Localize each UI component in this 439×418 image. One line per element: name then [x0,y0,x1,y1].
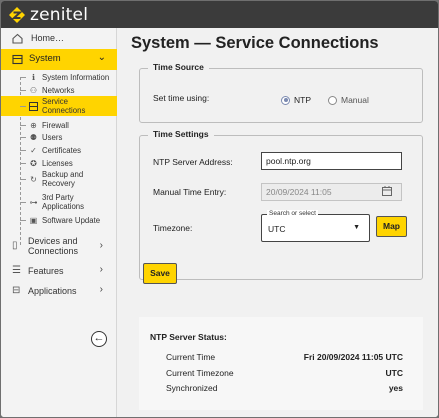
chevron-right-icon: › [99,240,103,251]
status-value-current-time: Fri 20/09/2024 11:05 UTC [303,352,403,362]
sidebar-item-label: Devices and Connections [28,236,79,256]
sidebar-item-networks[interactable]: ⚇ Networks [1,84,117,96]
sidebar-item-users[interactable]: ⚉ Users [1,131,117,143]
sidebar-item-label: 3rd Party Applications [42,193,85,211]
set-time-label: Set time using: [153,93,210,103]
status-key-current-timezone: Current Timezone [166,368,234,378]
manual-time-label: Manual Time Entry: [153,187,227,197]
calendar-icon[interactable] [382,186,392,199]
sidebar-item-service-connections[interactable]: Service Connections [1,96,117,116]
map-button[interactable]: Map [376,216,407,237]
license-icon: ✪ [30,159,37,168]
save-button[interactable]: Save [143,263,177,284]
apps-icon: ⊶ [29,198,38,207]
page-title: System — Service Connections [131,34,379,52]
sidebar-item-software-update[interactable]: ▣ Software Update [1,214,117,226]
app-window: zenitel Home… System ⌄ ℹ System Informat… [1,1,438,417]
sidebar-item-label: System Information [42,73,110,82]
sidebar-item-label: Users [42,133,63,142]
map-button-label: Map [383,221,400,231]
save-button-label: Save [150,268,170,278]
manual-time-value: 20/09/2024 11:05 [266,187,332,197]
timezone-select-label: Search or select [267,210,318,217]
time-source-panel: Time Source Set time using: NTP Manual [139,62,423,123]
arrow-left-icon: ← [93,332,105,344]
manual-radio[interactable]: Manual [328,95,369,105]
sidebar-item-system-information[interactable]: ℹ System Information [1,71,117,83]
top-bar: zenitel [1,1,438,28]
ntp-radio[interactable]: NTP [281,95,311,105]
devices-icon: ▯ [12,240,18,251]
sidebar-item-3rd-party-applications[interactable]: ⊶ 3rd Party Applications [1,192,117,212]
sidebar-item-label: Backup and Recovery [42,170,84,188]
timezone-select[interactable]: Search or select UTC ▼ [261,210,370,242]
radio-label: NTP [294,95,311,105]
sidebar-item-applications[interactable]: ⊟ Applications › [1,284,117,298]
backup-icon: ↻ [30,175,37,184]
radio-unselected-icon [328,95,337,105]
certificate-icon: ✓ [30,146,37,155]
status-value-current-timezone: UTC [385,368,403,378]
status-title: NTP Server Status: [150,332,227,342]
sidebar-item-certificates[interactable]: ✓ Certificates [1,144,117,156]
sidebar-item-label: Networks [42,86,75,95]
panel-legend: Time Source [148,62,209,72]
panel-legend: Time Settings [148,129,214,139]
sidebar-item-firewall[interactable]: ⊕ Firewall [1,119,117,131]
chevron-down-icon: ⌄ [97,52,106,63]
sidebar: Home… System ⌄ ℹ System Information ⚇ Ne… [1,28,117,417]
sidebar-item-licenses[interactable]: ✪ Licenses [1,157,117,169]
brand-logo[interactable]: zenitel [8,5,88,25]
sidebar-item-label: Software Update [42,216,101,225]
manual-time-input[interactable]: 20/09/2024 11:05 [261,183,402,201]
sidebar-item-features[interactable]: ☰ Features › [1,264,117,278]
chevron-right-icon: › [99,284,103,295]
radio-label: Manual [341,95,369,105]
zenitel-logo-icon [9,7,25,23]
sidebar-item-label: Applications [28,286,77,296]
briefcase-icon: ⊟ [12,285,21,296]
status-value-synchronized: yes [388,383,403,393]
sidebar-item-label: Service Connections [42,97,86,115]
home-icon [11,32,23,44]
chevron-right-icon: › [99,264,103,275]
sidebar-item-label: System [29,53,61,64]
list-icon: ☰ [12,265,21,276]
status-key-synchronized: Synchronized [166,383,218,393]
sidebar-item-label: Certificates [42,146,81,155]
system-icon [11,53,23,65]
ntp-server-label: NTP Server Address: [153,157,233,167]
firewall-icon: ⊕ [30,121,37,130]
radio-selected-icon [281,95,290,105]
update-icon: ▣ [29,216,38,225]
timezone-label: Timezone: [153,223,193,233]
sidebar-item-home[interactable]: Home… [11,32,64,44]
collapse-sidebar-button[interactable]: ← [91,331,107,347]
caret-down-icon: ▼ [353,224,360,231]
ntp-status-panel: NTP Server Status: Current Time Fri 20/0… [139,317,423,410]
brand-name: zenitel [30,5,89,25]
network-icon: ⚇ [29,86,38,95]
sidebar-item-backup-and-recovery[interactable]: ↻ Backup and Recovery [1,169,117,189]
service-icon [29,102,38,111]
status-key-current-time: Current Time [166,352,216,362]
sidebar-item-label: Home… [31,33,65,43]
timezone-value: UTC [268,224,286,234]
info-icon: ℹ [31,73,36,82]
users-icon: ⚉ [29,133,38,142]
sidebar-item-system[interactable]: System ⌄ [1,49,117,70]
time-settings-panel: Time Settings NTP Server Address: Manual… [139,129,423,280]
sidebar-item-label: Licenses [42,159,73,168]
sidebar-item-devices-and-connections[interactable]: ▯ Devices and Connections › [1,235,117,257]
sidebar-item-label: Firewall [42,121,69,130]
sidebar-item-label: Features [28,266,64,276]
main-content: System — Service Connections Time Source… [118,28,438,417]
ntp-server-input[interactable] [261,152,402,170]
